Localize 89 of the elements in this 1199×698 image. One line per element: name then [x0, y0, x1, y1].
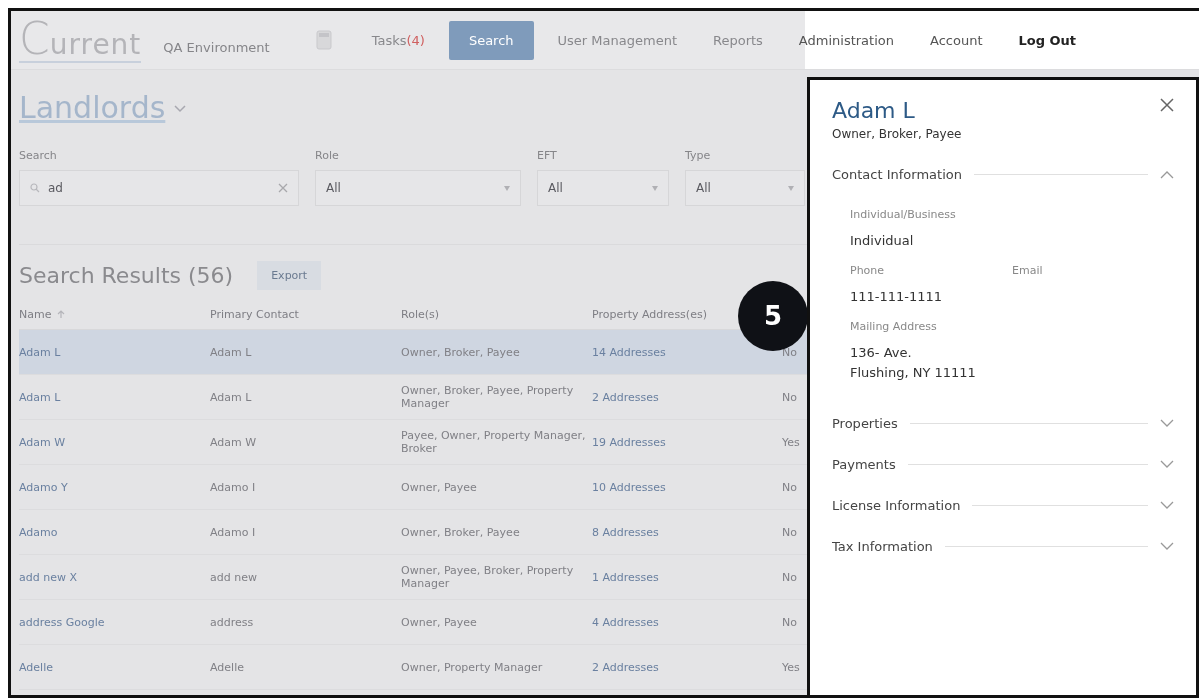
table-cell-text: address: [210, 615, 255, 629]
table-cell-text: Adamo Y: [19, 480, 69, 494]
table-cell-text: Adam W: [19, 435, 67, 449]
table-cell-text: Owner, Payee: [401, 615, 478, 629]
table-cell-text: 14 Addresses: [592, 345, 667, 359]
table-cell-text: 2 Addresses: [592, 390, 660, 404]
nav-link[interactable]: Account: [930, 32, 983, 48]
table-cell-text: No: [782, 570, 798, 584]
filter-label: EFT: [537, 149, 558, 162]
table-cell-text: Adam L: [210, 390, 253, 404]
table-cell-text: Adam W: [210, 435, 258, 449]
search-field[interactable]: ad: [19, 170, 299, 206]
field-label: Individual/Business: [850, 208, 957, 221]
table-cell-text: Adamo I: [210, 480, 257, 494]
dropdown-caret-icon: [788, 185, 794, 191]
table-cell-text: Owner, Broker, Payee: [401, 525, 521, 539]
chevron-down-icon[interactable]: [173, 102, 188, 113]
nav-link[interactable]: Tasks(4): [371, 32, 425, 48]
section-header[interactable]: Contact Information: [832, 167, 1174, 182]
section-header[interactable]: Payments: [832, 457, 1174, 473]
table-cell-text: Owner, Property Manager: [401, 660, 544, 674]
table-cell-text: add new X: [19, 570, 78, 584]
landlord-roles: Owner, Broker, Payee: [832, 127, 962, 141]
table-cell-text: 8 Addresses: [592, 525, 660, 539]
nav-link[interactable]: User Management: [557, 32, 677, 48]
table-cell-text: No: [782, 615, 798, 629]
table-cell-text: Adamo: [19, 525, 59, 539]
table-cell-text: No: [782, 390, 798, 404]
filter-label: Type: [685, 149, 712, 162]
table-cell-text: address Google: [19, 615, 106, 629]
table-cell-text: 1 Addresses: [592, 570, 660, 584]
environment-label: QA Environment: [163, 39, 270, 55]
filter-label: Search: [19, 149, 58, 162]
results-heading: Search Results (56): [19, 263, 234, 288]
column-header[interactable]: Role(s): [401, 308, 440, 321]
field-value: 111-111-1111: [850, 287, 944, 306]
filter-label: Role: [315, 149, 340, 162]
chevron-up-icon[interactable]: [1160, 170, 1174, 179]
search-icon: [30, 183, 40, 193]
nav-link[interactable]: Log Out: [1018, 32, 1077, 48]
table-cell-text: Adam L: [210, 345, 253, 359]
clear-icon[interactable]: [278, 183, 288, 193]
table-cell-text: No: [782, 525, 798, 539]
select-field[interactable]: All: [685, 170, 805, 206]
table-cell-text: No: [782, 480, 798, 494]
table-cell-text: Owner, Broker, Payee, Property Manager: [401, 384, 575, 410]
table-cell-text: 4 Addresses: [592, 615, 660, 629]
table-cell-text: 2 Addresses: [592, 660, 660, 674]
select-field[interactable]: All: [537, 170, 669, 206]
field-value: Individual: [850, 232, 915, 250]
table-cell-text: Owner, Payee: [401, 480, 478, 494]
chevron-down-icon[interactable]: [1160, 542, 1174, 552]
field-label: Mailing Address: [850, 319, 938, 333]
table-cell-text: add new: [210, 570, 258, 584]
section-header[interactable]: Tax Information: [832, 539, 1174, 555]
table-cell-text: Yes: [782, 435, 801, 449]
export-button[interactable]: Export: [257, 261, 322, 290]
column-header[interactable]: Property Address(es): [592, 308, 707, 321]
column-header[interactable]: Primary Contact: [210, 308, 299, 321]
table-cell-text: 10 Addresses: [592, 480, 667, 494]
field-label: Email: [1012, 263, 1044, 277]
chevron-down-icon[interactable]: [1160, 419, 1174, 429]
nav-link[interactable]: Reports: [713, 32, 763, 48]
table-cell-text: Adelle: [210, 660, 245, 674]
section-header[interactable]: Properties: [832, 416, 1174, 432]
section-header[interactable]: License Information: [832, 498, 1174, 514]
table-cell-text: Payee, Owner, Property Manager, Broker: [401, 429, 587, 455]
dropdown-caret-icon: [504, 185, 510, 191]
nav-link[interactable]: Administration: [798, 32, 894, 48]
table-cell-text: Yes: [782, 660, 801, 674]
sort-arrow-icon[interactable]: [57, 310, 66, 319]
column-header[interactable]: Name: [19, 308, 66, 321]
calculator-icon[interactable]: [315, 30, 332, 50]
table-cell-text: Adam L: [19, 390, 62, 404]
landlord-name: Adam L: [832, 98, 916, 123]
table-cell-text: 19 Addresses: [592, 435, 667, 449]
select-field[interactable]: All: [315, 170, 521, 206]
table-cell-text: Adamo I: [210, 525, 257, 539]
close-icon[interactable]: [1160, 98, 1174, 112]
table-cell-text: Adam L: [19, 345, 62, 359]
chevron-down-icon[interactable]: [1160, 460, 1174, 470]
field-label: Phone: [850, 263, 886, 277]
table-cell-text: Adelle: [19, 660, 54, 674]
table-cell-text: Owner, Payee, Broker, Property Manager: [401, 564, 575, 590]
chevron-down-icon[interactable]: [1160, 501, 1174, 511]
dropdown-caret-icon: [652, 185, 658, 191]
nav-search-button[interactable]: Search: [448, 20, 534, 60]
table-cell-text: Owner, Broker, Payee: [401, 345, 521, 359]
field-value: 136- Ave. Flushing, NY 11111: [850, 343, 977, 383]
